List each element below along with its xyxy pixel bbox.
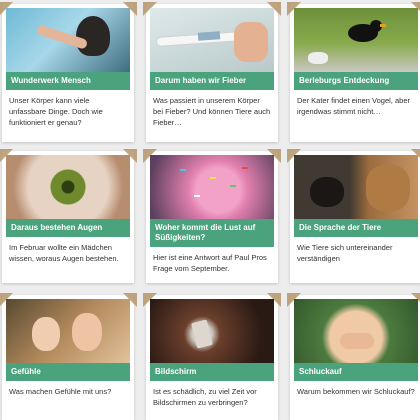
card-title[interactable]: Woher kommt die Lust auf Süßigkeiten? [150, 219, 274, 247]
card-wunderwerk-mensch[interactable]: Wunderwerk Mensch Unser Körper kann viel… [0, 2, 137, 142]
card-description: Warum bekommen wir Schluckauf? [297, 387, 415, 396]
card-title[interactable]: Bildschirm [150, 363, 274, 381]
card-title[interactable]: Gefühle [6, 363, 130, 381]
child-touching-water-photo[interactable] [6, 8, 130, 72]
card-daraus-bestehen-augen[interactable]: Daraus bestehen Augen Im Februar wollte … [0, 149, 137, 283]
card-title[interactable]: Wunderwerk Mensch [6, 72, 130, 90]
child-covering-mouth-photo[interactable] [294, 299, 418, 363]
card-schluckauf[interactable]: Schluckauf Warum bekommen wir Schluckauf… [287, 293, 420, 420]
card-berleburgs-entdeckung[interactable]: Berleburgs Entdeckung Der Kater findet e… [287, 2, 420, 142]
card-title[interactable]: Daraus bestehen Augen [6, 219, 130, 237]
card-description: Im Februar wollte ein Mädchen wissen, wo… [9, 243, 119, 263]
card-description: Was machen Gefühle mit uns? [9, 387, 112, 396]
card-title[interactable]: Die Sprache der Tiere [294, 219, 418, 237]
card-darum-haben-wir-fieber[interactable]: Darum haben wir Fieber Was passiert in u… [143, 2, 281, 142]
card-description: Ist es schädlich, zu viel Zeit vor Bilds… [153, 387, 257, 407]
two-children-photo[interactable] [6, 299, 130, 363]
card-description: Wie Tiere sich untereinander verständige… [297, 243, 393, 263]
card-sprache-der-tiere[interactable]: Die Sprache der Tiere Wie Tiere sich unt… [287, 149, 420, 283]
cat-and-dog-photo[interactable] [294, 155, 418, 219]
eye-closeup-photo[interactable] [6, 155, 130, 219]
card-description: Hier ist eine Antwort auf Paul Pros Frag… [153, 253, 267, 273]
card-title[interactable]: Darum haben wir Fieber [150, 72, 274, 90]
card-bildschirm[interactable]: Bildschirm Ist es schädlich, zu viel Zei… [143, 293, 281, 420]
card-description: Unser Körper kann viele unfassbare Dinge… [9, 96, 103, 127]
card-description: Was passiert in unserem Körper bei Fiebe… [153, 96, 271, 127]
card-description: Der Kater findet einen Vogel, aber irgen… [297, 96, 410, 116]
card-title[interactable]: Berleburgs Entdeckung [294, 72, 418, 90]
card-title[interactable]: Schluckauf [294, 363, 418, 381]
sprinkle-donut-photo[interactable] [150, 155, 274, 219]
blackbird-photo[interactable] [294, 8, 418, 72]
thermometer-photo[interactable] [150, 8, 274, 72]
card-gefuehle[interactable]: Gefühle Was machen Gefühle mit uns? [0, 293, 137, 420]
card-lust-auf-suessigkeiten[interactable]: Woher kommt die Lust auf Süßigkeiten? Hi… [143, 149, 281, 283]
child-with-phone-photo[interactable] [150, 299, 274, 363]
